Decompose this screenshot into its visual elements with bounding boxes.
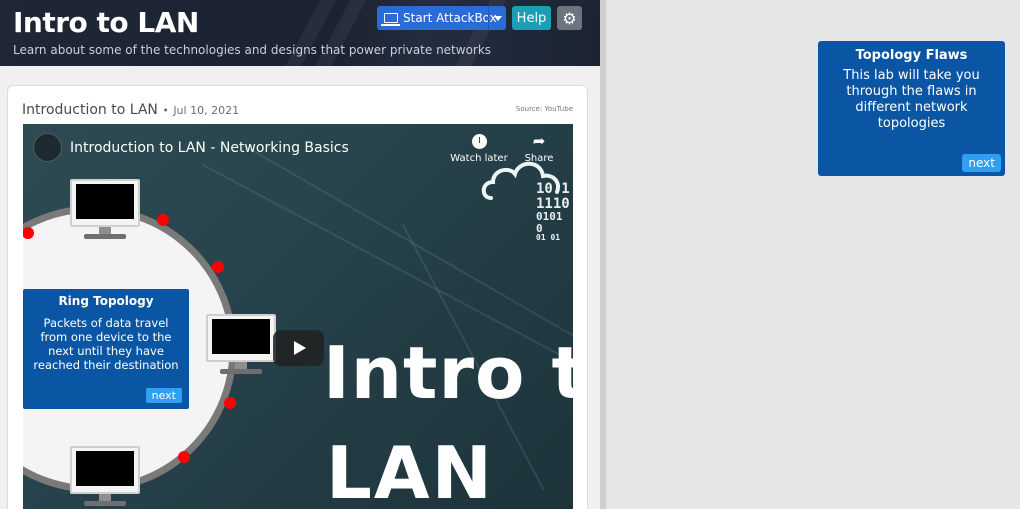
ring-node: [212, 261, 224, 273]
video-source-label: Source: YouTube: [515, 105, 573, 113]
task-card: Introduction to LAN • Jul 10, 2021 Sourc…: [7, 85, 588, 509]
attackbox-dropdown-toggle[interactable]: [488, 6, 506, 30]
share-label: Share: [524, 153, 554, 164]
start-attackbox-button[interactable]: Start AttackBox: [377, 6, 506, 30]
binary-line: 0101 0: [536, 210, 563, 235]
youtube-video-embed[interactable]: 10 1 1110 0101 0 01 01 Introduction to L…: [23, 124, 573, 509]
share-arrow-icon: ➦: [532, 132, 546, 150]
share-button[interactable]: ➦ Share: [519, 132, 559, 165]
video-title[interactable]: Introduction to LAN - Networking Basics: [70, 140, 349, 156]
channel-avatar[interactable]: [33, 133, 62, 162]
watch-later-label: Watch later: [450, 153, 508, 164]
ring-node: [178, 451, 190, 463]
room-subtitle: Learn about some of the technologies and…: [13, 43, 492, 57]
room-title: Intro to LAN: [13, 6, 199, 39]
video-thumbnail-title-line1: Intro to: [323, 331, 573, 415]
room-panel: Intro to LAN Learn about some of the tec…: [0, 0, 600, 509]
help-button[interactable]: Help: [512, 6, 551, 30]
clock-icon: [471, 134, 487, 149]
computer-monitor-icon: [70, 179, 140, 241]
task-date: Jul 10, 2021: [173, 104, 240, 117]
task-separator: •: [162, 104, 169, 117]
binary-line: 1110: [536, 195, 570, 212]
binary-line: 10 1: [536, 181, 570, 197]
ring-node: [157, 214, 169, 226]
watch-later-button[interactable]: Watch later: [448, 134, 510, 164]
ring-tooltip-body: Packets of data travel from one device t…: [33, 316, 179, 372]
binary-graphic: 10 1 1110 0101 0 01 01: [536, 182, 573, 243]
flaws-tooltip-body: This lab will take you through the flaws…: [843, 68, 980, 131]
caret-down-icon: [493, 15, 502, 21]
ring-topology-tooltip: Ring Topology Packets of data travel fro…: [23, 289, 189, 409]
computer-monitor-icon: [206, 314, 276, 376]
start-attackbox-label: Start AttackBox: [403, 11, 497, 25]
laptop-icon: [381, 13, 400, 26]
play-button[interactable]: [273, 330, 324, 366]
binary-line: 01 01: [536, 233, 561, 243]
flaws-tooltip-next-button[interactable]: next: [962, 154, 1001, 172]
task-title: Introduction to LAN: [22, 102, 158, 118]
panel-divider-scrollbar[interactable]: [600, 0, 606, 509]
room-header: Intro to LAN Learn about some of the tec…: [0, 0, 600, 66]
play-icon: [294, 341, 306, 355]
ring-tooltip-next-button[interactable]: next: [145, 388, 182, 403]
video-thumbnail-title-line2: LAN: [326, 431, 494, 509]
topology-flaws-tooltip: Topology Flaws This lab will take you th…: [818, 41, 1005, 176]
computer-monitor-icon: [70, 446, 140, 508]
settings-button[interactable]: ⚙: [557, 6, 582, 30]
ring-node: [224, 397, 236, 409]
gear-icon: ⚙: [562, 8, 577, 28]
ring-tooltip-title: Ring Topology: [58, 294, 154, 308]
flaws-tooltip-title: Topology Flaws: [855, 48, 968, 63]
task-title-row: Introduction to LAN • Jul 10, 2021: [22, 102, 239, 118]
